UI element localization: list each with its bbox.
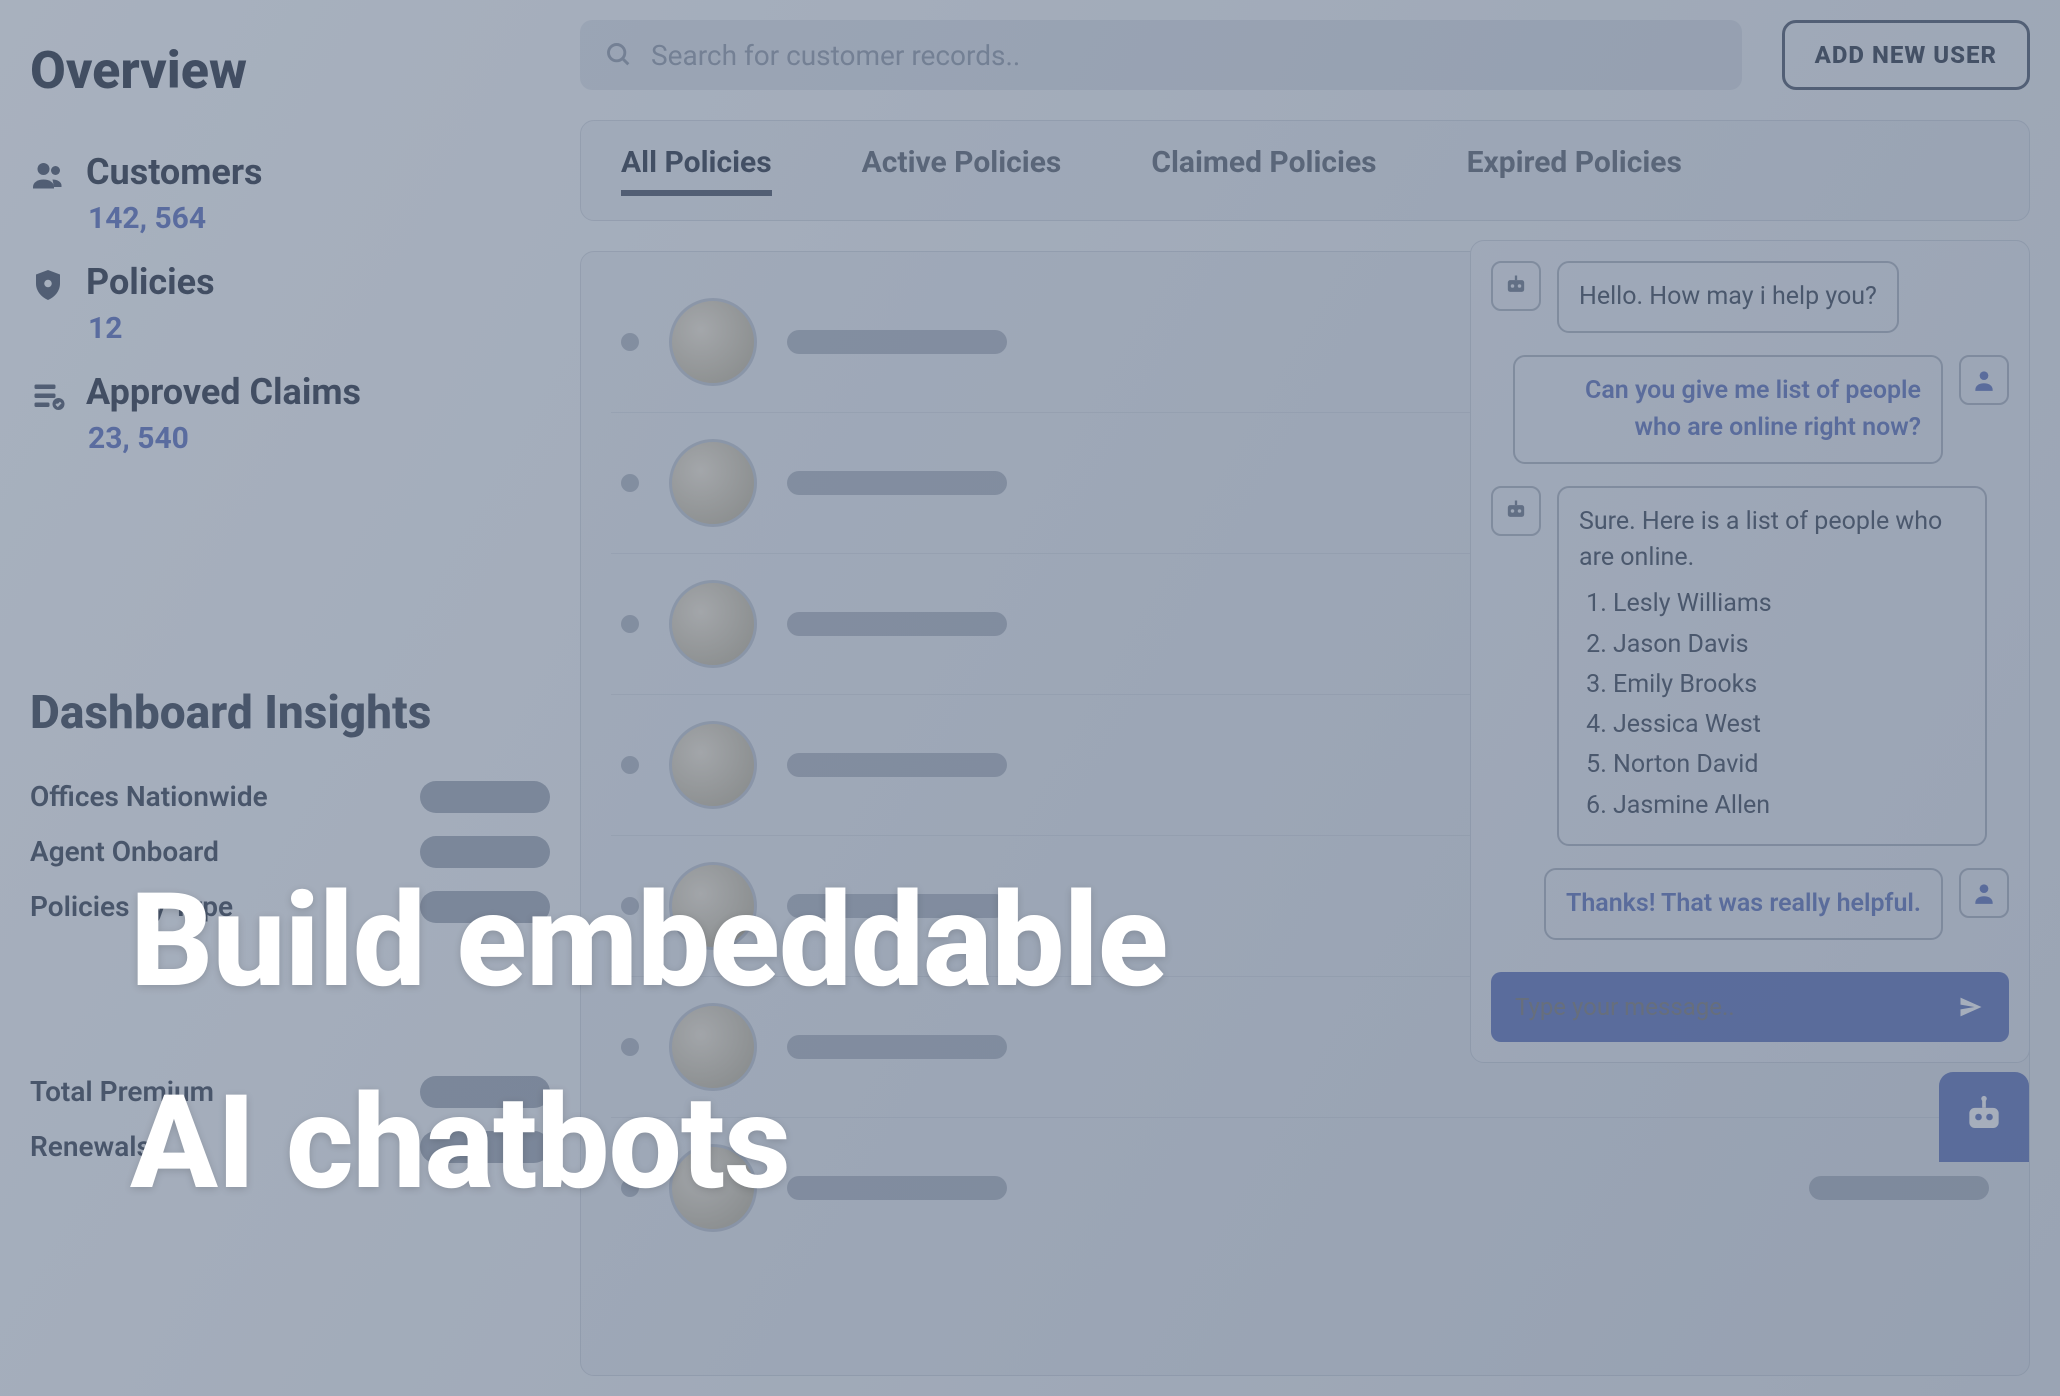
chatbot-panel: Hello. How may i help you? Can you give … [1470,240,2030,1063]
chat-compose[interactable] [1491,972,2009,1042]
stat-customers[interactable]: Customers 142, 564 [30,151,550,236]
avatar [669,439,757,527]
tab-expired-policies[interactable]: Expired Policies [1467,145,1682,196]
stat-approved-claims[interactable]: Approved Claims 23, 540 [30,371,550,456]
chat-bubble: Sure. Here is a list of people who are o… [1557,486,1987,846]
stat-value: 12 [88,311,215,346]
tab-all-policies[interactable]: All Policies [621,145,772,196]
insight-value-placeholder [420,781,550,813]
bot-icon [1491,486,1541,536]
status-dot [621,474,639,492]
chat-bubble: Hello. How may i help you? [1557,261,1899,333]
chat-message-user: Can you give me list of people who are o… [1491,355,2009,464]
avatar [669,721,757,809]
search-input[interactable] [651,39,1717,72]
avatar [669,298,757,386]
stat-value: 142, 564 [88,201,263,236]
add-user-button[interactable]: ADD NEW USER [1782,20,2030,90]
tab-claimed-policies[interactable]: Claimed Policies [1151,145,1376,196]
tab-active-policies[interactable]: Active Policies [862,145,1062,196]
chatbot-fab[interactable] [1939,1072,2029,1162]
users-icon [30,157,66,193]
status-dot [621,333,639,351]
tabs: All Policies Active Policies Claimed Pol… [580,120,2030,221]
chat-message-user: Thanks! That was really helpful. [1491,868,2009,940]
user-icon [1959,355,2009,405]
send-icon[interactable] [1957,993,1985,1021]
overview-title: Overview [30,40,550,101]
search-box[interactable] [580,20,1742,90]
search-icon [605,41,633,69]
stat-value: 23, 540 [88,421,361,456]
chat-input[interactable] [1515,993,1957,1021]
insights-title: Dashboard Insights [30,686,550,740]
stat-policies[interactable]: Policies 12 [30,261,550,346]
stat-label: Policies [86,261,215,303]
status-dot [621,756,639,774]
stat-label: Customers [86,151,263,193]
user-icon [1959,868,2009,918]
text-placeholder [787,471,1007,495]
bot-icon [1491,261,1541,311]
insight-row[interactable]: Offices Nationwide [30,780,550,813]
text-placeholder [787,330,1007,354]
text-placeholder [787,612,1007,636]
chat-message-bot: Hello. How may i help you? [1491,261,2009,333]
hero-text: Build embeddable AI chatbots [130,840,1167,1243]
chat-bubble: Can you give me list of people who are o… [1513,355,1943,464]
shield-icon [30,267,66,303]
avatar [669,580,757,668]
text-placeholder [787,753,1007,777]
online-users-list: Lesly Williams Jason Davis Emily Brooks … [1613,586,1965,824]
checklist-icon [30,377,66,413]
status-dot [621,615,639,633]
topbar: ADD NEW USER [580,20,2030,90]
stat-label: Approved Claims [86,371,361,413]
chat-message-bot: Sure. Here is a list of people who are o… [1491,486,2009,846]
chat-bubble: Thanks! That was really helpful. [1544,868,1943,940]
text-placeholder [1809,1176,1989,1200]
